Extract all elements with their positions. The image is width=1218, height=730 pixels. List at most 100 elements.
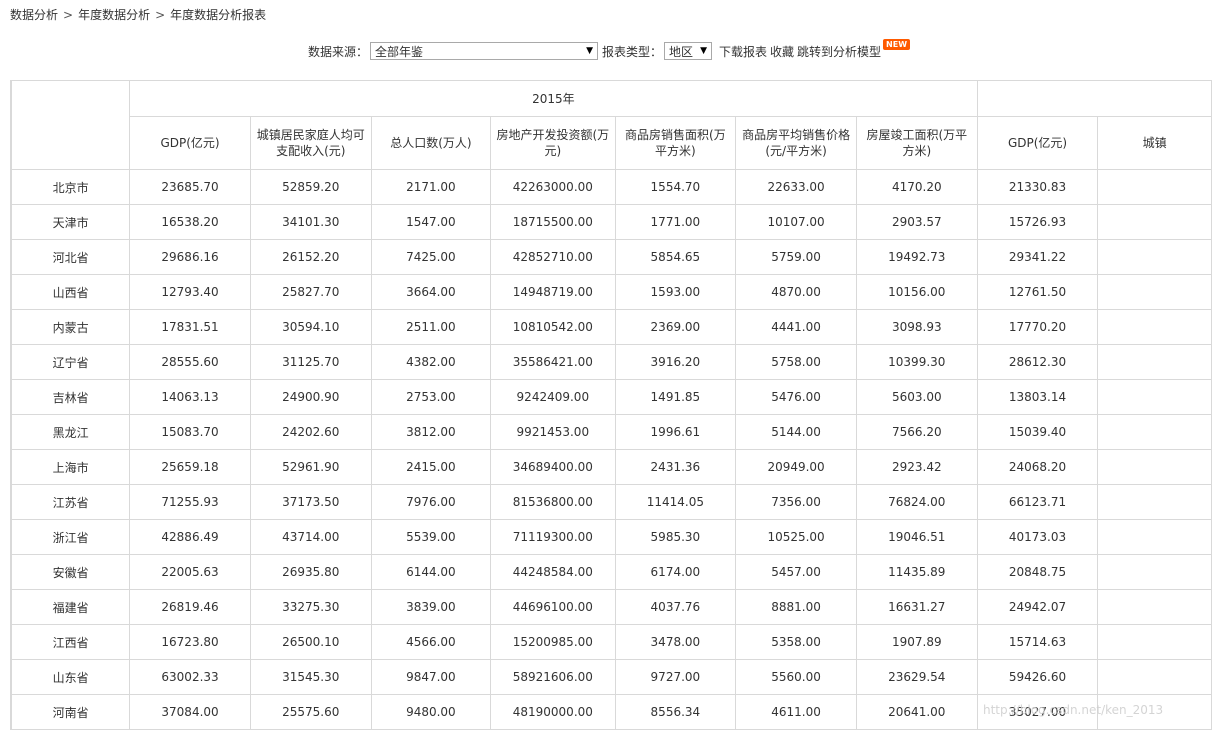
table-row: 内蒙古 17831.51 30594.10 2511.00 10810542.00 236…: [11, 309, 1212, 345]
table-cell: 4611.00: [735, 694, 857, 730]
table-row: 福建省 26819.46 33275.30 3839.00 44696100.00 403…: [11, 589, 1212, 625]
table-cell: 71119300.00: [490, 519, 616, 555]
table-cell: 23685.70: [129, 169, 251, 205]
table-cell: 1554.70: [614, 169, 737, 205]
region-cell: 内蒙古: [11, 309, 131, 345]
table-cell: 15083.70: [129, 414, 251, 450]
table-cell: 5758.00: [735, 344, 857, 380]
region-cell: 江苏省: [11, 484, 131, 520]
table-cell: 37173.50: [249, 484, 372, 520]
region-cell: 北京市: [11, 169, 131, 205]
source-select-value: 全部年鉴: [374, 44, 423, 59]
report-type-select[interactable]: 地区 ▼: [664, 42, 712, 60]
table-cell: [1097, 519, 1212, 555]
table-cell: [1097, 274, 1212, 310]
table-cell: 52859.20: [249, 169, 372, 205]
table-cell: 13803.14: [976, 379, 1099, 415]
table-cell: 25575.60: [249, 694, 372, 730]
table-cell: 76824.00: [855, 484, 978, 520]
breadcrumb-item-annual-analysis[interactable]: 年度数据分析: [78, 8, 150, 22]
column-header: GDP(亿元): [129, 116, 251, 170]
table-cell: 2923.42: [855, 449, 978, 485]
download-report-link[interactable]: 下载报表: [719, 43, 767, 60]
chevron-down-icon: ▼: [700, 46, 707, 56]
table-cell: 25659.18: [129, 449, 251, 485]
table-cell: 15200985.00: [490, 624, 616, 660]
table-cell: 42852710.00: [490, 239, 616, 275]
table-row: 山西省 12793.40 25827.70 3664.00 14948719.00 159…: [11, 274, 1212, 310]
table-cell: 7976.00: [370, 484, 492, 520]
table-cell: [1097, 659, 1212, 695]
region-cell: 江西省: [11, 624, 131, 660]
breadcrumb-item-data-analysis[interactable]: 数据分析: [10, 8, 58, 22]
table-cell: [1097, 239, 1212, 275]
table-cell: 26935.80: [249, 554, 372, 590]
table-cell: 5759.00: [735, 239, 857, 275]
source-select[interactable]: 全部年鉴 ▼: [369, 42, 598, 60]
table-cell: 24068.20: [976, 449, 1099, 485]
favorite-link[interactable]: 收藏: [770, 43, 794, 60]
table-cell: 44696100.00: [490, 589, 616, 625]
table-row: 吉林省 14063.13 24900.90 2753.00 9242409.00 1491…: [11, 379, 1212, 415]
table-cell: 7566.20: [855, 414, 978, 450]
table-cell: 12761.50: [976, 274, 1099, 310]
table-cell: 71255.93: [129, 484, 251, 520]
table-cell: 37084.00: [129, 694, 251, 730]
table-cell: 25827.70: [249, 274, 372, 310]
table-cell: 16723.80: [129, 624, 251, 660]
region-cell: 福建省: [11, 589, 131, 625]
table-cell: 34689400.00: [490, 449, 616, 485]
table-cell: 29341.22: [976, 239, 1099, 275]
table-cell: 33275.30: [249, 589, 372, 625]
region-cell: 山西省: [11, 274, 131, 310]
table-cell: 34101.30: [249, 204, 372, 240]
table-cell: 4566.00: [370, 624, 492, 660]
table-cell: 5144.00: [735, 414, 857, 450]
table-cell: 3098.93: [855, 309, 978, 345]
table-cell: 31545.30: [249, 659, 372, 695]
table-cell: 24202.60: [249, 414, 372, 450]
table-cell: 20848.75: [976, 554, 1099, 590]
table-cell: 15039.40: [976, 414, 1099, 450]
year-header-next: [976, 80, 1212, 117]
table-row: 北京市 23685.70 52859.20 2171.00 42263000.00 155…: [11, 169, 1212, 205]
table-cell: 2903.57: [855, 204, 978, 240]
table-cell: 30594.10: [249, 309, 372, 345]
table-cell: [1097, 344, 1212, 380]
table-cell: 6144.00: [370, 554, 492, 590]
report-table: 2015年 GDP(亿元) 城镇居民家庭人均可支配收入(元) 总人口数(万人) 房地产…: [11, 80, 1212, 730]
table-cell: [1097, 624, 1212, 660]
table-cell: 35586421.00: [490, 344, 616, 380]
table-cell: 1593.00: [614, 274, 737, 310]
table-cell: 3812.00: [370, 414, 492, 450]
table-cell: [1097, 309, 1212, 345]
breadcrumb: 数据分析 > 年度数据分析 > 年度数据分析报表: [10, 6, 266, 23]
region-cell: 河北省: [11, 239, 131, 275]
table-cell: 26819.46: [129, 589, 251, 625]
table-cell: 17831.51: [129, 309, 251, 345]
table-cell: 35027.00: [976, 694, 1099, 730]
table-cell: 15714.63: [976, 624, 1099, 660]
table-cell: 2753.00: [370, 379, 492, 415]
table-cell: 5457.00: [735, 554, 857, 590]
table-cell: 28555.60: [129, 344, 251, 380]
table-cell: 26500.10: [249, 624, 372, 660]
source-label: 数据来源：: [307, 44, 368, 59]
table-cell: 42263000.00: [490, 169, 616, 205]
table-cell: 19046.51: [855, 519, 978, 555]
table-cell: 14063.13: [129, 379, 251, 415]
table-cell: 9921453.00: [490, 414, 616, 450]
table-cell: 5603.00: [855, 379, 978, 415]
column-header: 总人口数(万人): [370, 116, 492, 170]
table-cell: 5854.65: [614, 239, 737, 275]
table-cell: [1097, 694, 1212, 730]
table-cell: 17770.20: [976, 309, 1099, 345]
region-cell: 河南省: [11, 694, 131, 730]
table-cell: 52961.90: [249, 449, 372, 485]
jump-to-model-link[interactable]: 跳转到分析模型: [797, 43, 881, 60]
table-cell: 26152.20: [249, 239, 372, 275]
report-table-container[interactable]: 2015年 GDP(亿元) 城镇居民家庭人均可支配收入(元) 总人口数(万人) 房地产…: [10, 80, 1212, 730]
table-cell: 10156.00: [855, 274, 978, 310]
table-row: 河北省 29686.16 26152.20 7425.00 42852710.00 585…: [11, 239, 1212, 275]
table-cell: 9727.00: [614, 659, 737, 695]
